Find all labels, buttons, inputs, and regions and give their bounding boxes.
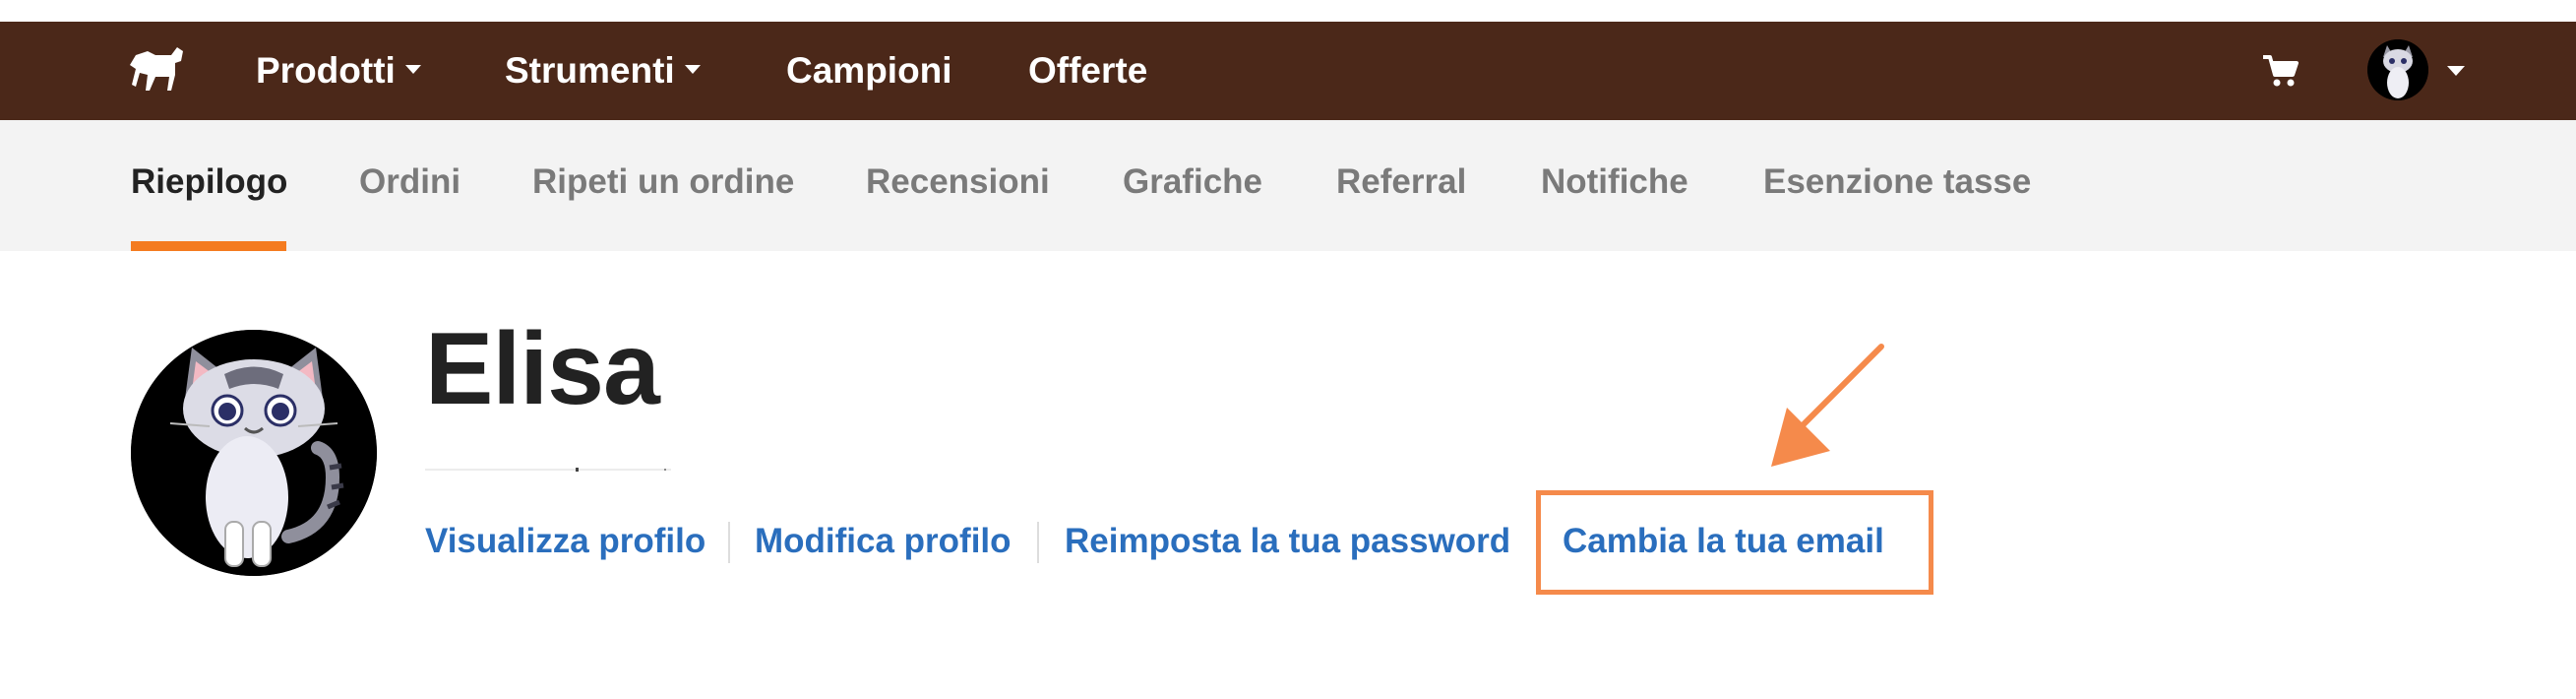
main-navbar: Prodotti Strumenti Campioni Offerte <box>0 22 2576 120</box>
view-profile-link[interactable]: Visualizza profilo <box>425 516 705 567</box>
nav-label: Prodotti <box>256 50 396 91</box>
reset-password-link[interactable]: Reimposta la tua password <box>1065 516 1510 567</box>
edit-profile-link[interactable]: Modifica profilo <box>755 516 1012 567</box>
account-subnav: Riepilogo Ordini Ripeti un ordine Recens… <box>0 120 2576 251</box>
profile-name: Elisa <box>425 312 660 426</box>
tab-ripeti-un-ordine[interactable]: Ripeti un ordine <box>532 120 794 251</box>
annotation-highlight-box <box>1536 490 1933 595</box>
cat-avatar-icon <box>131 330 377 576</box>
horse-logo-icon[interactable] <box>126 41 187 96</box>
tab-grafiche[interactable]: Grafiche <box>1123 120 1262 251</box>
faint-divider <box>425 468 671 472</box>
cat-avatar-icon <box>2367 39 2428 100</box>
tab-riepilogo[interactable]: Riepilogo <box>131 120 287 251</box>
tab-recensioni[interactable]: Recensioni <box>866 120 1050 251</box>
nav-item-prodotti[interactable]: Prodotti <box>256 22 421 120</box>
nav-label: Strumenti <box>505 50 675 91</box>
nav-item-offerte[interactable]: Offerte <box>1028 22 1147 120</box>
active-tab-indicator <box>131 241 286 251</box>
nav-item-strumenti[interactable]: Strumenti <box>505 22 701 120</box>
tab-referral[interactable]: Referral <box>1336 120 1466 251</box>
top-strip <box>0 0 2576 22</box>
profile-avatar <box>131 330 377 576</box>
chevron-down-icon <box>404 64 421 74</box>
link-separator <box>728 522 730 563</box>
tab-esenzione-tasse[interactable]: Esenzione tasse <box>1763 120 2031 251</box>
chevron-down-icon <box>684 64 701 74</box>
tab-ordini[interactable]: Ordini <box>359 120 460 251</box>
annotation-arrow-icon <box>1771 344 1884 467</box>
chevron-down-icon[interactable] <box>2447 66 2465 76</box>
nav-item-campioni[interactable]: Campioni <box>786 22 952 120</box>
cart-icon[interactable] <box>2261 53 2300 89</box>
tab-notifiche[interactable]: Notifiche <box>1541 120 1688 251</box>
link-separator <box>1037 522 1039 563</box>
account-avatar[interactable] <box>2367 39 2428 100</box>
